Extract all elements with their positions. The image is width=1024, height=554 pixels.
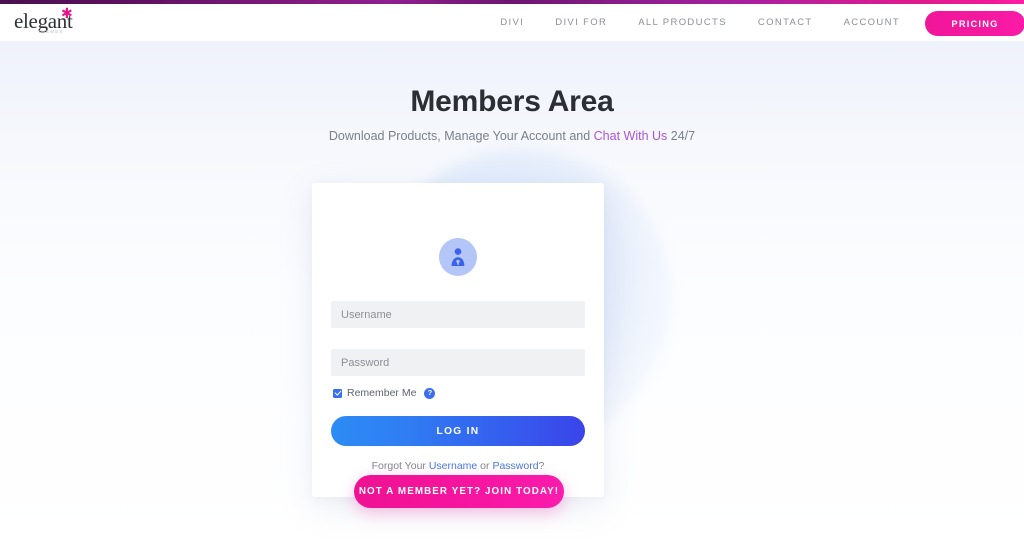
join-today-button[interactable]: NOT A MEMBER YET? JOIN TODAY! [354,475,564,508]
help-question-icon[interactable]: ? [424,387,436,399]
subtitle-text-after: 24/7 [667,129,696,143]
nav-item-divi[interactable]: DIVI [500,17,524,28]
forgot-text-middle: or [477,460,493,472]
password-input[interactable] [331,349,585,376]
subtitle-text-before: Download Products, Manage Your Account a… [328,129,594,143]
site-logo[interactable]: elegant ✱ themes [14,6,76,38]
logo-subtext: themes [38,29,64,34]
nav-item-divi-for[interactable]: DIVI FOR [555,17,607,28]
primary-nav: DIVI DIVI FOR ALL PRODUCTS CONTACT ACCOU… [500,4,900,41]
nav-item-contact[interactable]: CONTACT [758,17,813,28]
site-header: elegant ✱ themes DIVI DIVI FOR ALL PRODU… [0,4,1024,41]
remember-me-checkbox[interactable] [333,388,342,398]
remember-me-row: Remember Me ? [333,387,436,399]
star-icon: ✱ [61,5,73,21]
chat-with-us-link[interactable]: Chat With Us [594,129,668,143]
nav-item-account[interactable]: ACCOUNT [844,17,900,28]
forgot-credentials-text: Forgot Your Username or Password? [312,460,604,472]
pricing-button[interactable]: PRICING [925,11,1024,36]
forgot-password-link[interactable]: Password [492,460,538,472]
username-input[interactable] [331,301,585,328]
remember-me-label: Remember Me [347,387,417,399]
page-body: Members Area Download Products, Manage Y… [0,41,1024,554]
login-card: Remember Me ? LOG IN Forgot Your Usernam… [312,183,604,497]
user-lock-avatar-icon [439,238,477,276]
nav-item-all-products[interactable]: ALL PRODUCTS [638,17,727,28]
forgot-text-before: Forgot Your [371,460,429,472]
login-button[interactable]: LOG IN [331,416,585,446]
page-title: Members Area [410,85,614,118]
forgot-text-after: ? [538,460,545,472]
page-subtitle: Download Products, Manage Your Account a… [0,129,1024,143]
forgot-username-link[interactable]: Username [429,460,477,472]
admin-bar-strip [0,0,1024,4]
